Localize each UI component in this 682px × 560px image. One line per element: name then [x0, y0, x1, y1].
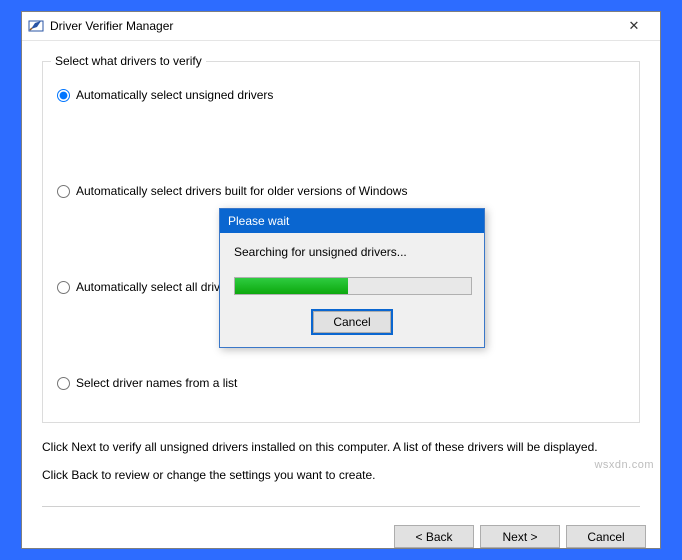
radio-auto-older[interactable]: Automatically select drivers built for o…	[57, 184, 625, 198]
app-icon	[28, 18, 44, 34]
radio-from-list-label: Select driver names from a list	[76, 376, 237, 390]
radio-from-list-input[interactable]	[57, 377, 70, 390]
progress-fill	[235, 278, 348, 294]
main-window: Driver Verifier Manager ✕ Select what dr…	[21, 11, 661, 549]
radio-auto-unsigned-input[interactable]	[57, 89, 70, 102]
hint-line-1: Click Next to verify all unsigned driver…	[42, 437, 640, 459]
dialog-message: Searching for unsigned drivers...	[234, 245, 470, 259]
progress-dialog: Please wait Searching for unsigned drive…	[219, 208, 485, 348]
radio-from-list[interactable]: Select driver names from a list	[57, 376, 625, 390]
window-title: Driver Verifier Manager	[50, 19, 614, 33]
hint-line-2: Click Back to review or change the setti…	[42, 465, 640, 487]
radio-auto-all-input[interactable]	[57, 281, 70, 294]
titlebar: Driver Verifier Manager ✕	[22, 12, 660, 41]
close-button[interactable]: ✕	[614, 12, 654, 40]
radio-auto-unsigned-label: Automatically select unsigned drivers	[76, 88, 273, 102]
dialog-button-row: Cancel	[234, 311, 470, 333]
separator	[42, 506, 640, 507]
next-button[interactable]: Next >	[480, 525, 560, 548]
group-label: Select what drivers to verify	[51, 54, 206, 68]
cancel-button[interactable]: Cancel	[566, 525, 646, 548]
dialog-title: Please wait	[220, 209, 484, 233]
radio-auto-older-input[interactable]	[57, 185, 70, 198]
dialog-body: Searching for unsigned drivers... Cancel	[220, 233, 484, 347]
hint-text: Click Next to verify all unsigned driver…	[42, 437, 640, 486]
radio-auto-unsigned[interactable]: Automatically select unsigned drivers	[57, 88, 625, 102]
watermark: wsxdn.com	[594, 459, 654, 471]
wizard-button-row: < Back Next > Cancel	[22, 515, 660, 560]
dialog-cancel-button[interactable]: Cancel	[313, 311, 391, 333]
progress-bar	[234, 277, 472, 295]
back-button[interactable]: < Back	[394, 525, 474, 548]
radio-auto-older-label: Automatically select drivers built for o…	[76, 184, 407, 198]
